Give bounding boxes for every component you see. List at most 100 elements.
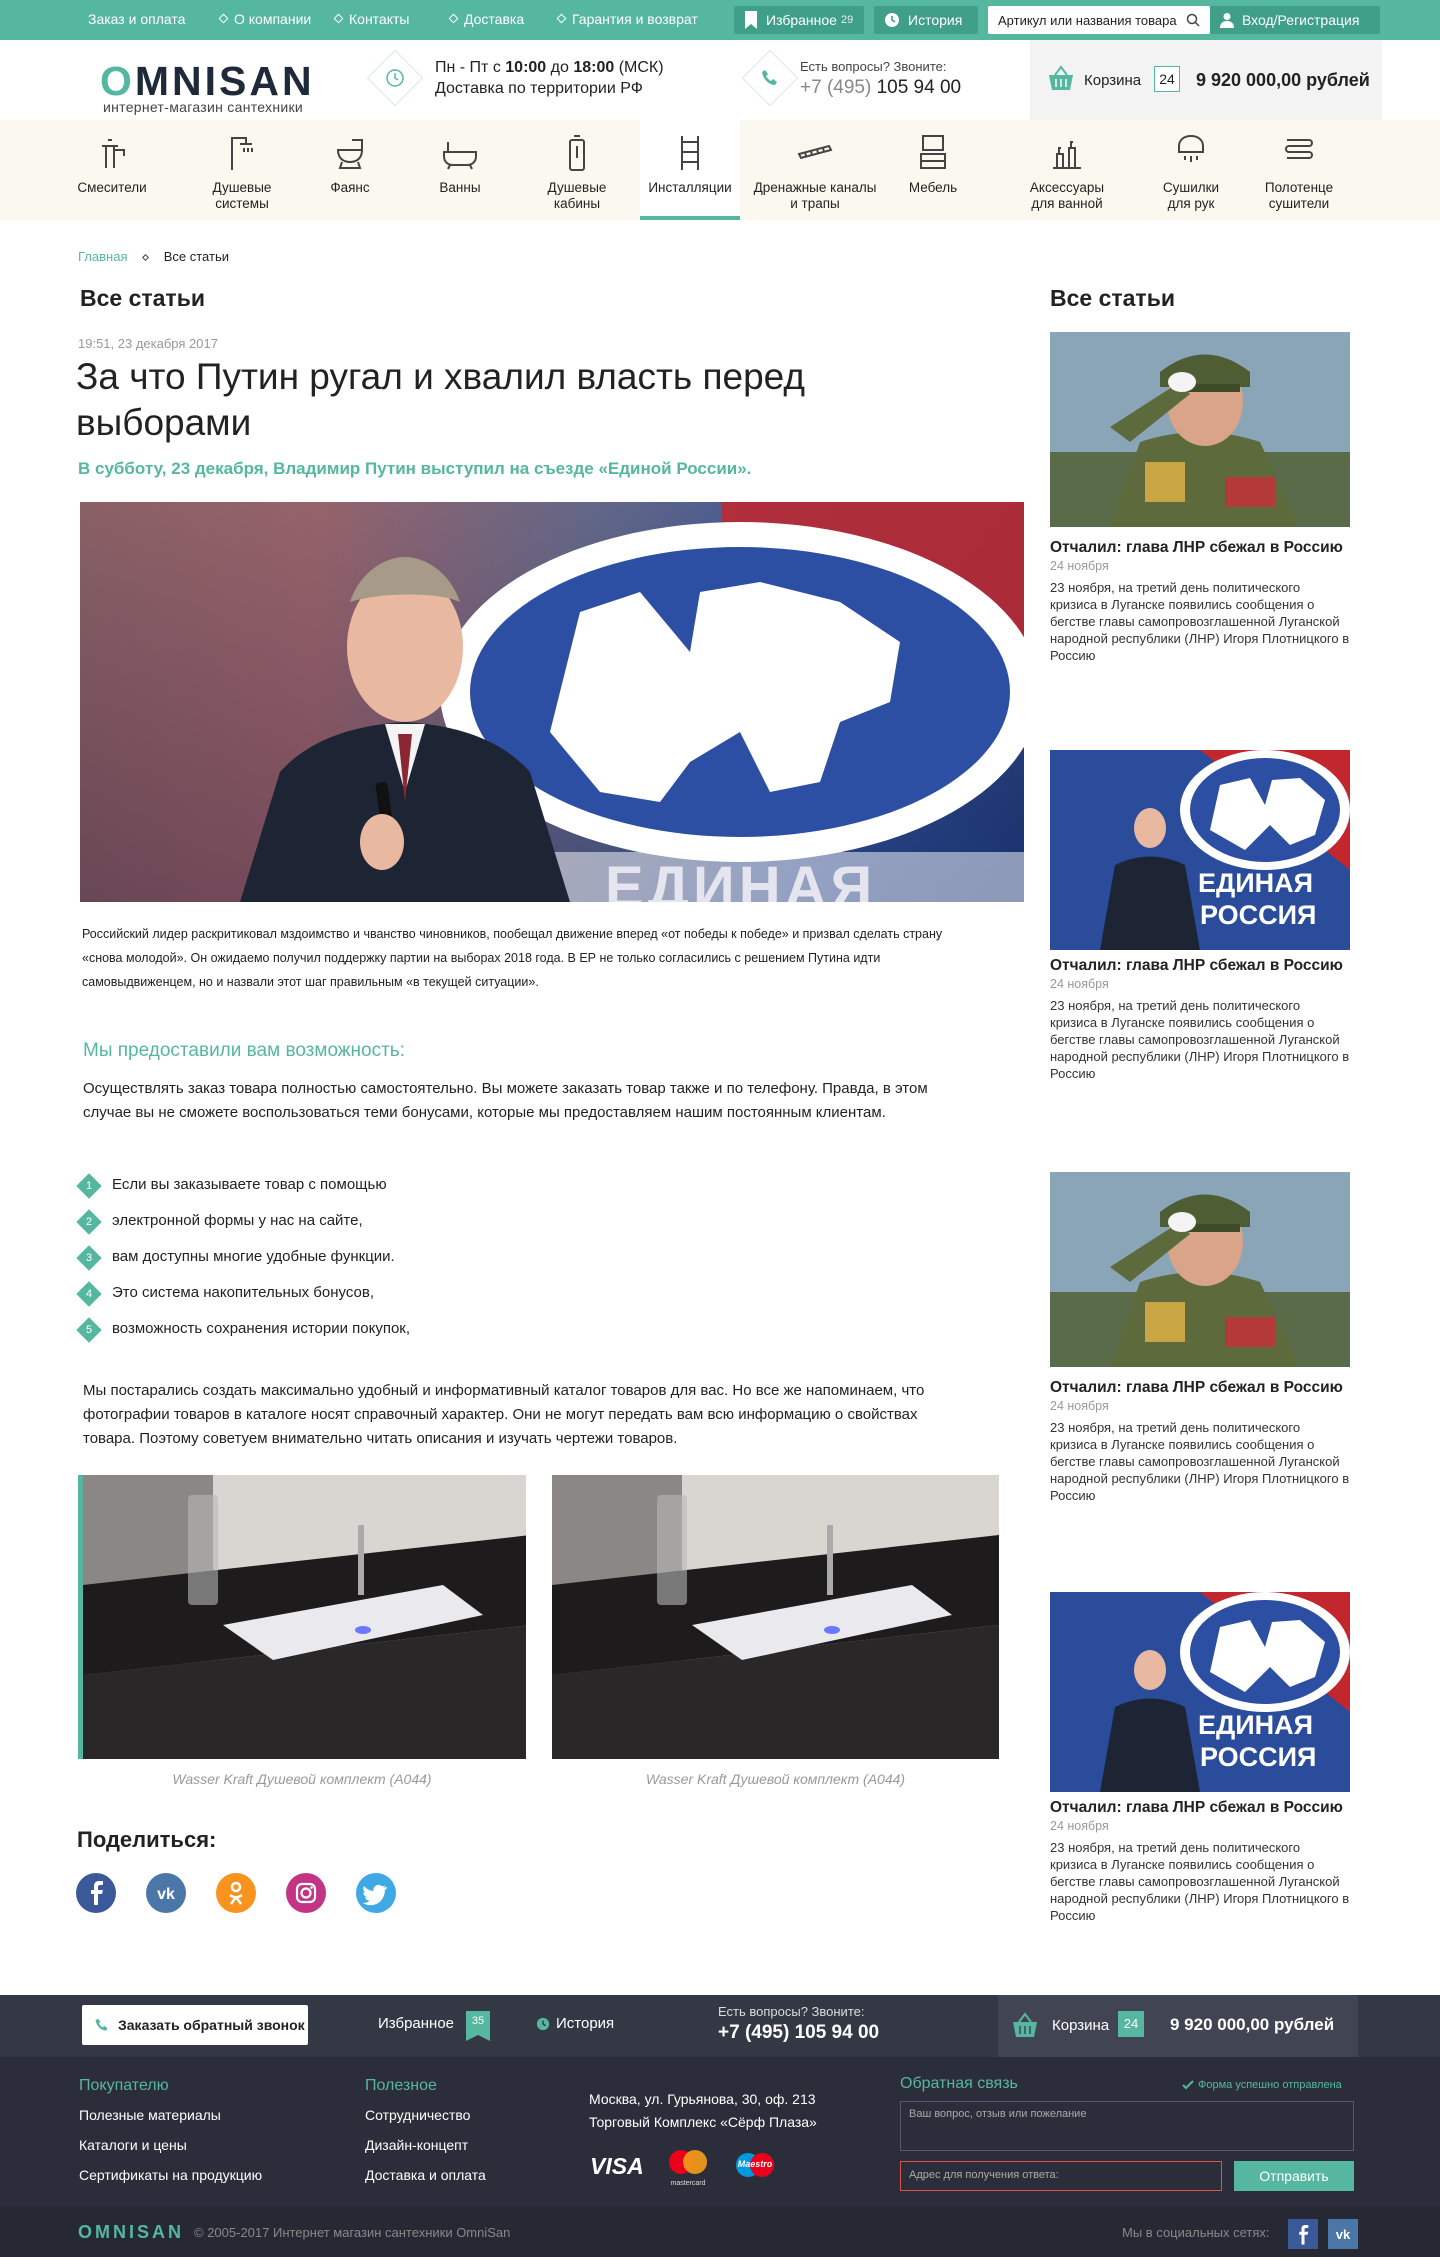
topnav-about[interactable]: О компании <box>220 11 311 27</box>
product-caption-1: Wasser Kraft Душевой комплект (A044) <box>172 1771 432 1787</box>
footer-logo[interactable]: OMNISAN <box>78 2222 184 2243</box>
hero-banner-text: ЕДИНАЯ <box>605 855 877 902</box>
towel-dryer-icon <box>1285 139 1313 159</box>
feedback-textarea[interactable]: Ваш вопрос, отзыв или пожелание <box>900 2101 1354 2151</box>
breadcrumb-home[interactable]: Главная <box>78 249 127 264</box>
bathtub-icon <box>443 142 477 170</box>
footer-link[interactable]: Каталоги и цены <box>79 2137 187 2153</box>
sidebar-article-title[interactable]: Отчалил: глава ЛНР сбежал в Россию <box>1050 1378 1350 1397</box>
sidebar-article-title[interactable]: Отчалил: глава ЛНР сбежал в Россию <box>1050 956 1350 975</box>
send-button[interactable]: Отправить <box>1234 2161 1354 2191</box>
list-number-badge: 5 <box>76 1317 102 1343</box>
category-drains[interactable]: Дренажные каналы и трапы <box>750 120 880 220</box>
footer-favorites-label: Избранное <box>378 2015 455 2032</box>
favorites-button[interactable]: Избранное 29 <box>734 6 864 34</box>
topnav-delivery[interactable]: Доставка <box>450 11 524 27</box>
breadcrumb: Главная Все статьи <box>78 249 229 264</box>
category-accessories[interactable]: Аксессуары для ванной <box>1012 120 1122 220</box>
list-number-badge: 2 <box>76 1209 102 1235</box>
article-paragraph-2: Мы постарались создать максимально удобн… <box>83 1382 925 1447</box>
footer-facebook-icon[interactable] <box>1288 2219 1318 2249</box>
category-furniture[interactable]: Мебель <box>878 120 988 220</box>
footer-phone[interactable]: +7 (495) 105 94 00 <box>718 2022 879 2044</box>
category-label: Ванны <box>439 180 481 195</box>
sidebar-article-image: ЕДИНАЯ РОССИЯ <box>1050 750 1350 950</box>
sidebar-article[interactable]: Отчалил: глава ЛНР сбежал в Россию 24 но… <box>1050 1172 1350 1504</box>
category-shower-cabins[interactable]: Душевые кабины <box>522 120 632 220</box>
category-label: Душевые системы <box>212 180 272 211</box>
sidebar-banner-text-2: РОССИЯ <box>1200 1742 1317 1772</box>
list-number: 3 <box>85 1252 93 1264</box>
sidebar-article[interactable]: ЕДИНАЯ РОССИЯ Отчалил: глава ЛНР сбежал … <box>1050 750 1350 1082</box>
facebook-icon[interactable] <box>76 1873 116 1913</box>
footer-action-bar: Заказать обратный звонок Избранное 35 Ис… <box>0 1995 1440 2057</box>
search-placeholder: Артикул или названия товара <box>998 12 1177 28</box>
footer-link[interactable]: Сотрудничество <box>365 2107 470 2123</box>
sidebar-article-excerpt: 23 ноября, на третий день политического … <box>1050 580 1350 663</box>
search-input[interactable]: Артикул или названия товара <box>988 6 1210 34</box>
vk-icon[interactable]: vk <box>146 1873 186 1913</box>
sidebar-article-title[interactable]: Отчалил: глава ЛНР сбежал в Россию <box>1050 1798 1350 1817</box>
furniture-icon <box>920 135 946 169</box>
cart-total: 9 920 000,00 рублей <box>1196 70 1370 90</box>
article-title: За что Путин ругал и хвалил власть перед… <box>76 356 805 443</box>
sidebar-article-image <box>1050 332 1350 527</box>
footer-link[interactable]: Дизайн-концепт <box>365 2137 468 2153</box>
copyright: © 2005-2017 Интернет магазин сантехники … <box>194 2225 511 2240</box>
login-button[interactable]: Вход/Регистрация <box>1210 6 1380 34</box>
site-logo[interactable]: OMNISAN <box>100 58 315 105</box>
feedback-placeholder: Ваш вопрос, отзыв или пожелание <box>909 2108 1087 2120</box>
hand-dryer-icon <box>1178 134 1204 162</box>
sidebar-article-title[interactable]: Отчалил: глава ЛНР сбежал в Россию <box>1050 538 1350 557</box>
header-phone[interactable]: +7 (495) 105 94 00 <box>800 77 961 99</box>
visa-logo: VISA <box>590 2153 644 2179</box>
category-installations[interactable]: Инсталляции <box>640 120 740 220</box>
product-image-1[interactable] <box>78 1475 526 1759</box>
delivery-info: Доставка по территории РФ <box>435 80 643 97</box>
category-label: Фаянс <box>330 180 370 195</box>
footer-cart-total: 9 920 000,00 рублей <box>1170 2015 1335 2034</box>
search-icon[interactable] <box>1186 13 1200 27</box>
category-baths[interactable]: Ванны <box>405 120 515 220</box>
category-nav: Смесители Душевые системы Фаянс Ванны Ду… <box>0 120 1440 220</box>
article-body: Российский лидер раскритиковал мздоимств… <box>82 927 943 989</box>
sidebar-article-date: 24 ноября <box>1050 1819 1109 1833</box>
category-ceramics[interactable]: Фаянс <box>295 120 405 220</box>
sidebar-banner-text-1: ЕДИНАЯ <box>1198 1710 1314 1740</box>
odnoklassniki-icon[interactable] <box>216 1873 256 1913</box>
login-label: Вход/Регистрация <box>1242 12 1360 28</box>
footer-link[interactable]: Полезные материалы <box>79 2107 221 2123</box>
topnav-contacts[interactable]: Контакты <box>335 11 409 27</box>
accessories-icon <box>1053 141 1081 169</box>
footer-cart[interactable]: Корзина 24 9 920 000,00 рублей <box>998 1995 1358 2057</box>
topnav-order-payment[interactable]: Заказ и оплата <box>88 11 185 27</box>
instagram-icon[interactable] <box>286 1873 326 1913</box>
footer-history[interactable]: История <box>536 2015 614 2032</box>
category-shower-systems[interactable]: Душевые системы <box>187 120 297 220</box>
breadcrumb-separator <box>142 253 150 262</box>
installation-icon <box>681 136 699 170</box>
footer-link[interactable]: Доставка и оплата <box>365 2167 486 2183</box>
sidebar-article[interactable]: ЕДИНАЯ РОССИЯ Отчалил: глава ЛНР сбежал … <box>1050 1592 1350 1924</box>
footer-link[interactable]: Сертификаты на продукцию <box>79 2167 262 2183</box>
footer-vk-icon[interactable]: vk <box>1328 2219 1358 2249</box>
article-paragraph-1: Осуществлять заказ товара полностью само… <box>83 1080 928 1121</box>
product-image-2[interactable] <box>552 1475 999 1759</box>
header-cart[interactable]: Корзина 24 9 920 000,00 рублей <box>1030 40 1382 120</box>
callback-button[interactable]: Заказать обратный звонок <box>82 2005 308 2045</box>
list-number-badge: 1 <box>76 1173 102 1199</box>
drain-icon <box>797 144 833 160</box>
category-faucets[interactable]: Смесители <box>57 120 167 220</box>
list-text: электронной формы у нас на сайте, <box>112 1212 363 1229</box>
history-button[interactable]: История <box>874 6 978 34</box>
topnav-warranty[interactable]: Гарантия и возврат <box>558 11 698 27</box>
category-hand-dryers[interactable]: Сушилки для рук <box>1136 120 1246 220</box>
list-item: 5 возможность сохранения истории покупок, <box>76 1317 410 1343</box>
footer-favorites[interactable]: Избранное <box>378 2015 454 2032</box>
sidebar-article[interactable]: Отчалил: глава ЛНР сбежал в Россию 24 но… <box>1050 332 1350 664</box>
twitter-icon[interactable] <box>356 1873 396 1913</box>
maestro-logo: Maestro <box>732 2151 778 2181</box>
category-towel-dryers[interactable]: Полотенце сушители <box>1244 120 1354 220</box>
maestro-label: Maestro <box>737 2159 773 2169</box>
reply-address-input[interactable]: Адрес для получения ответа: <box>900 2161 1222 2191</box>
